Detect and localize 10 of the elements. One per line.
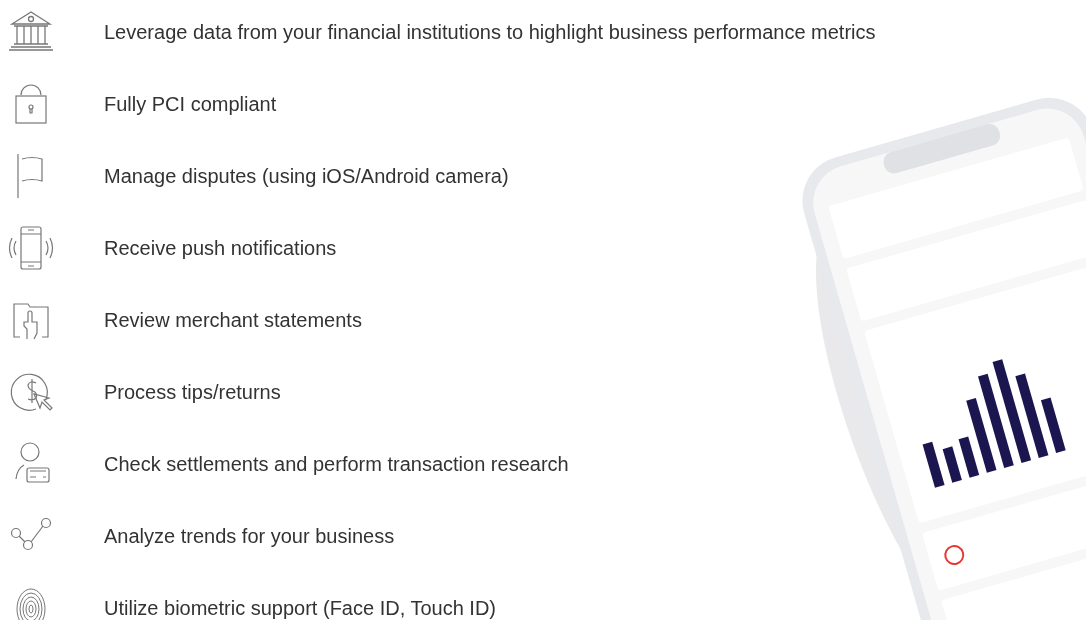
feature-text: Receive push notifications — [104, 238, 337, 258]
feature-text: Review merchant statements — [104, 310, 362, 330]
feature-text: Leverage data from your financial institutions to highlight business performance metrics — [104, 22, 876, 42]
feature-text: Manage disputes (using iOS/Android camera) — [104, 166, 509, 186]
feature-text: Utilize biometric support (Face ID, Touch ID) — [104, 598, 496, 618]
feature-text: Process tips/returns — [104, 382, 281, 402]
vibrating-phone-icon — [6, 223, 56, 273]
feature-text: Analyze trends for your business — [104, 526, 395, 546]
feature-text: Check settlements and perform transaction research — [104, 454, 569, 474]
feature-text: Fully PCI compliant — [104, 94, 277, 114]
